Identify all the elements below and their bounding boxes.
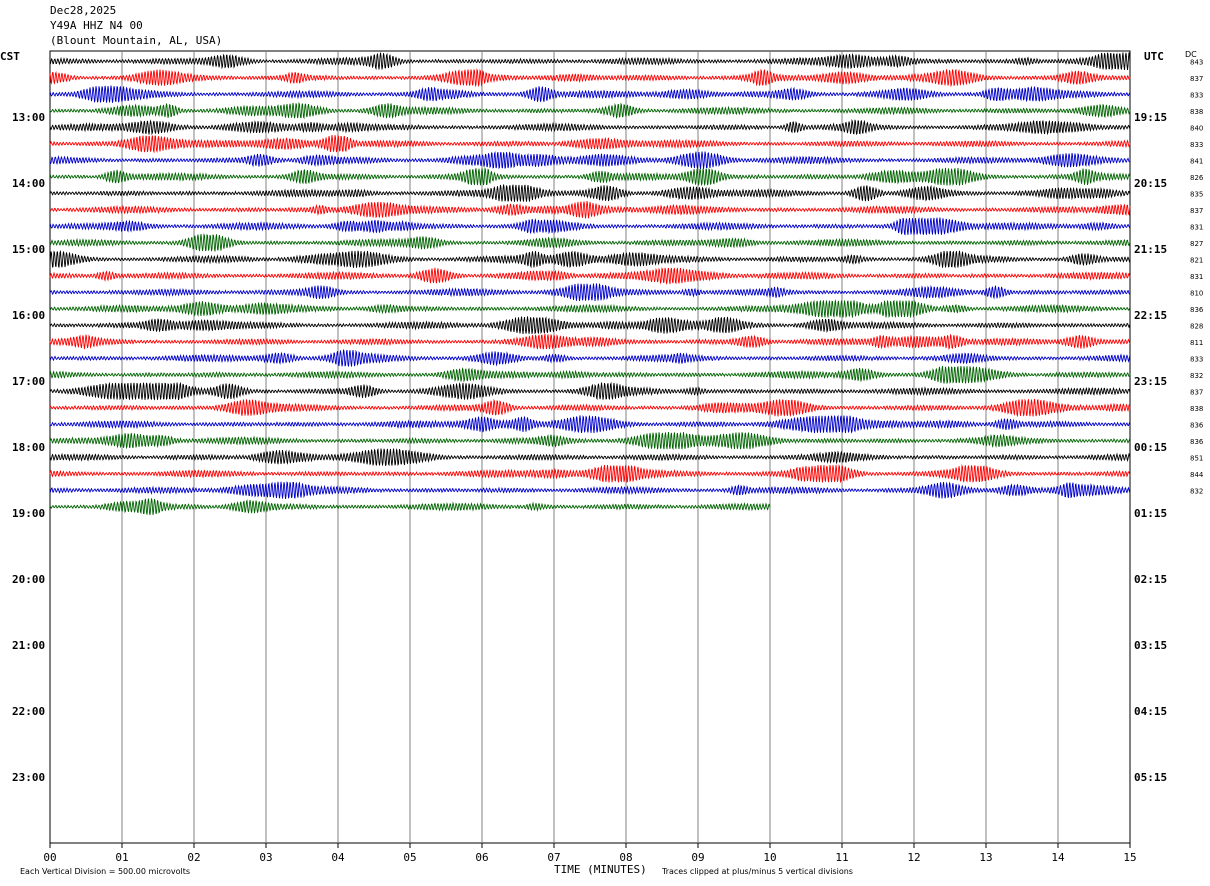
x-tick-label: 13 [979, 851, 992, 864]
seismic-trace [49, 431, 1130, 451]
right-hour-label: 03:15 [1134, 639, 1167, 652]
dc-offset-label: 837 [1190, 75, 1203, 83]
seismic-trace [49, 464, 1131, 484]
seismic-trace [49, 414, 1131, 434]
dc-offset-label: 837 [1190, 388, 1203, 396]
seismic-trace [49, 481, 1131, 499]
x-tick-label: 15 [1123, 851, 1136, 864]
dc-offset-label: 831 [1190, 223, 1203, 231]
helicorder-plot: 00 01 02 03 04 05 06 07 08 09 10 11 12 13 14 1513:0014:… [12, 50, 1204, 864]
dc-offset-label: 810 [1190, 289, 1203, 297]
seismic-trace [49, 365, 1131, 385]
dc-offset-label: 833 [1190, 141, 1203, 149]
dc-offset-label: 851 [1190, 454, 1203, 462]
left-hour-label: 13:00 [12, 111, 45, 124]
seismic-trace [49, 201, 1131, 219]
right-hour-label: 01:15 [1134, 507, 1167, 520]
x-tick-label: 09 [691, 851, 704, 864]
right-hour-label: 22:15 [1134, 309, 1167, 322]
left-hour-label: 22:00 [12, 705, 45, 718]
left-hour-label: 20:00 [12, 573, 45, 586]
dc-offset-label: 835 [1190, 190, 1203, 198]
x-tick-label: 05 [403, 851, 416, 864]
seismic-trace [49, 448, 1131, 467]
dc-offset-label: 836 [1190, 306, 1204, 314]
dc-offset-label: 837 [1190, 207, 1203, 215]
seismic-trace [49, 348, 1131, 367]
dc-offset-label: 838 [1190, 405, 1203, 413]
seismic-trace [49, 249, 1131, 269]
seismic-trace [49, 101, 1131, 120]
scale-note: Each Vertical Division = 500.00 microvol… [20, 867, 191, 876]
seismic-trace [49, 299, 1131, 319]
dc-offset-label: 838 [1190, 108, 1203, 116]
x-tick-label: 06 [475, 851, 488, 864]
seismic-trace [49, 398, 1131, 418]
seismic-trace [49, 52, 1131, 71]
dc-offset-label: 833 [1190, 91, 1203, 99]
right-hour-label: 20:15 [1134, 177, 1167, 190]
right-hour-label: 04:15 [1134, 705, 1167, 718]
dc-offset-label: 811 [1190, 339, 1203, 347]
left-hour-label: 14:00 [12, 177, 45, 190]
right-hour-label: 00:15 [1134, 441, 1167, 454]
x-tick-label: 11 [835, 851, 848, 864]
seismic-trace [49, 316, 1131, 335]
dc-offset-label: 826 [1190, 174, 1204, 182]
right-hour-label: 02:15 [1134, 573, 1167, 586]
seismic-trace [49, 85, 1131, 103]
x-tick-label: 04 [331, 851, 345, 864]
right-hour-label: 21:15 [1134, 243, 1167, 256]
left-hour-label: 23:00 [12, 771, 45, 784]
x-tick-label: 00 [43, 851, 56, 864]
dc-offset-label: 831 [1190, 273, 1203, 281]
seismic-trace [49, 381, 1131, 401]
left-hour-label: 18:00 [12, 441, 45, 454]
x-tick-label: 12 [907, 851, 920, 864]
dc-offset-label: 836 [1190, 421, 1204, 429]
dc-offset-label: 843 [1190, 58, 1203, 66]
x-tick-label: 02 [187, 851, 200, 864]
seismic-trace [49, 118, 1131, 136]
x-tick-label: 14 [1051, 851, 1065, 864]
left-hour-label: 16:00 [12, 309, 45, 322]
left-hour-label: 19:00 [12, 507, 45, 520]
seismic-trace [49, 266, 1131, 286]
left-hour-label: 15:00 [12, 243, 45, 256]
dc-offset-label: 832 [1190, 487, 1203, 495]
dc-offset-label: 840 [1190, 124, 1203, 132]
dc-offset-label: 836 [1190, 438, 1204, 446]
x-tick-label: 10 [763, 851, 776, 864]
right-hour-label: 23:15 [1134, 375, 1167, 388]
x-tick-label: 01 [115, 851, 128, 864]
seismic-trace [49, 166, 1131, 187]
seismic-trace [49, 216, 1131, 236]
dc-offset-label: 828 [1190, 322, 1203, 330]
dc-offset-label: 821 [1190, 256, 1203, 264]
x-tick-label: 03 [259, 851, 272, 864]
left-hour-label: 21:00 [12, 639, 45, 652]
dc-offset-label: 827 [1190, 240, 1203, 248]
right-hour-label: 19:15 [1134, 111, 1167, 124]
seismic-trace [49, 233, 1131, 252]
seismic-trace [49, 151, 1131, 170]
left-hour-label: 17:00 [12, 375, 45, 388]
seismic-trace [49, 68, 1131, 88]
clip-note: Traces clipped at plus/minus 5 vertical … [662, 867, 853, 876]
seismic-trace [49, 283, 1131, 301]
plot-frame [49, 50, 1131, 844]
dc-offset-label: 841 [1190, 157, 1203, 165]
seismic-trace [49, 333, 1131, 350]
dc-offset-label: 833 [1190, 355, 1203, 363]
dc-offset-label: 844 [1190, 471, 1204, 479]
dc-offset-label: 832 [1190, 372, 1203, 380]
x-axis-label: TIME (MINUTES) [554, 863, 647, 876]
seismic-trace [49, 134, 1131, 154]
right-hour-label: 05:15 [1134, 771, 1167, 784]
seismic-trace [49, 184, 1131, 202]
